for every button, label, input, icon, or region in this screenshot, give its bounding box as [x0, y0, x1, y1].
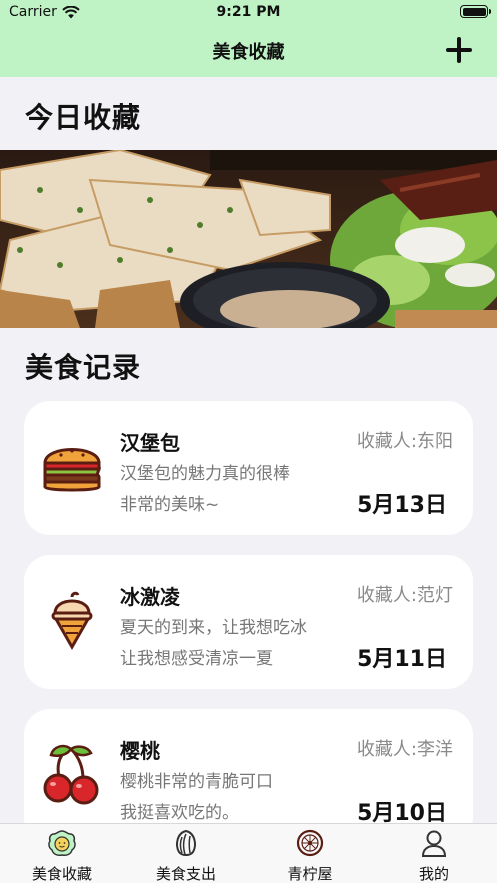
lime-icon: [296, 829, 324, 857]
record-name: 樱桃: [120, 739, 160, 763]
record-description-line1: 汉堡包的魅力真的很棒: [120, 464, 290, 484]
record-description-line2: 让我想感受清凉一夏: [120, 649, 273, 669]
record-owner: 收藏人:李洋: [356, 739, 453, 760]
food-collection-icon: [48, 830, 76, 856]
record-description-line2: 非常的美味~: [120, 495, 220, 515]
record-name: 冰激凌: [120, 585, 180, 609]
hero-food-image: [0, 150, 497, 328]
records-section-title: 美食记录: [25, 351, 142, 384]
plus-icon[interactable]: [445, 36, 473, 64]
tab-food-collection[interactable]: 美食收藏: [0, 824, 124, 883]
status-time: 9:21 PM: [216, 4, 281, 20]
tab-label: 美食支出: [155, 865, 216, 883]
record-date: 5月13日: [357, 493, 447, 518]
top-bar: Carrier 9:21 PM 美食收藏: [0, 0, 497, 77]
tab-food-expense[interactable]: 美食支出: [124, 824, 248, 883]
record-owner: 收藏人:范灯: [356, 585, 453, 606]
burger-icon: [43, 448, 102, 492]
cherry-icon: [43, 744, 99, 805]
record-description-line1: 樱桃非常的青脆可口: [120, 772, 273, 792]
seed-icon: [176, 829, 196, 856]
food-photo: [0, 150, 497, 328]
record-description-line1: 夏天的到来，让我想吃冰: [120, 618, 307, 638]
record-description-line2: 我挺喜欢吃的。: [120, 803, 239, 823]
person-icon: [421, 830, 447, 857]
record-name: 汉堡包: [120, 431, 180, 455]
tab-label: 青柠屋: [287, 865, 333, 883]
record-card-burger[interactable]: 汉堡包 收藏人:东阳 汉堡包的魅力真的很棒 非常的美味~ 5月13日: [24, 401, 473, 535]
tab-label: 我的: [418, 865, 449, 883]
battery-icon: [460, 5, 491, 18]
tab-lime-house[interactable]: 青柠屋: [248, 824, 372, 883]
nav-title: 美食收藏: [212, 42, 285, 63]
tab-label: 美食收藏: [31, 865, 92, 883]
today-section-title: 今日收藏: [25, 101, 142, 134]
record-date: 5月11日: [357, 647, 447, 672]
ice-cream-icon: [51, 591, 93, 651]
record-owner: 收藏人:东阳: [356, 431, 453, 452]
record-card-ice-cream[interactable]: 冰激凌 收藏人:范灯 夏天的到来，让我想吃冰 让我想感受清凉一夏 5月11日: [24, 555, 473, 689]
tab-mine[interactable]: 我的: [372, 824, 496, 883]
status-bar: Carrier 9:21 PM: [0, 0, 497, 26]
tab-bar: 美食收藏 美食支出 青柠屋 我的: [0, 823, 497, 883]
